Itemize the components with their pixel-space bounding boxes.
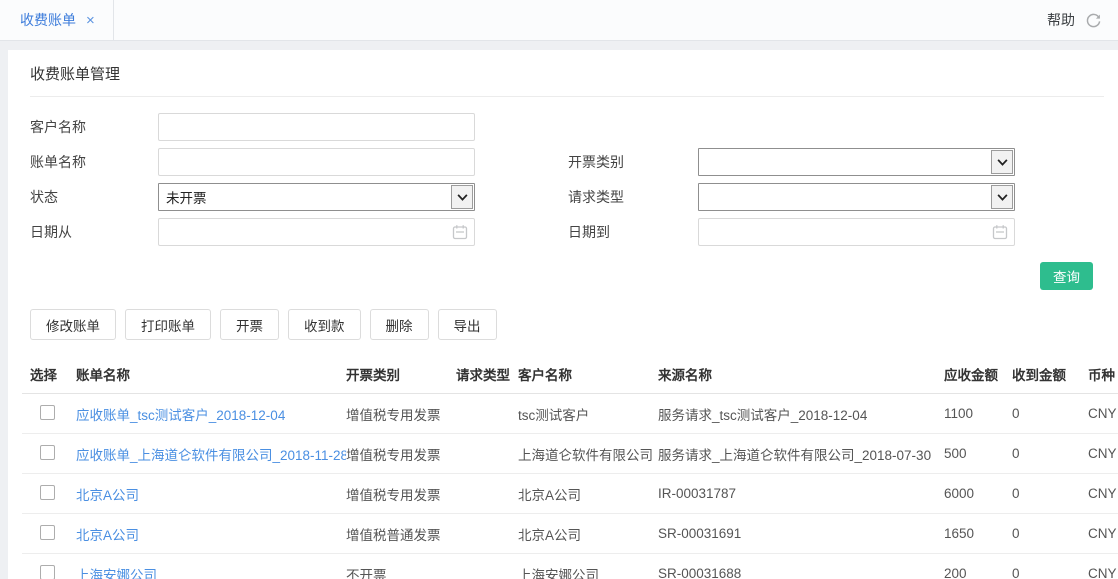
bill-name-link[interactable]: 应收账单_tsc测试客户_2018-12-04 [76,404,346,424]
table-body: 应收账单_tsc测试客户_2018-12-04 增值税专用发票 tsc测试客户 … [22,394,1118,579]
currency-cell: CNY [1084,486,1118,501]
invoice-category-cell: 增值税专用发票 [346,484,456,504]
tab-label: 收费账单 [20,10,76,30]
row-checkbox[interactable] [40,405,55,420]
delete-button[interactable]: 删除 [370,309,429,340]
customer-cell: tsc测试客户 [518,404,658,424]
received-cell: 0 [1006,446,1084,461]
currency-cell: CNY [1084,526,1118,541]
bill-name-link[interactable]: 上海安娜公司 [76,564,346,579]
received-cell: 0 [1006,566,1084,579]
status-label: 状态 [30,187,158,207]
column-header-select: 选择 [30,364,76,384]
tab-bar: 收费账单 × 帮助 [0,0,1118,41]
currency-cell: CNY [1084,446,1118,461]
status-value: 未开票 [166,187,207,207]
date-to-input[interactable] [698,218,1015,246]
receivable-cell: 500 [934,446,1006,461]
column-header-received: 收到金额 [1006,364,1084,384]
modify-bill-button[interactable]: 修改账单 [30,309,116,340]
customer-name-input[interactable] [158,113,475,141]
row-checkbox[interactable] [40,525,55,540]
table-row: 应收账单_tsc测试客户_2018-12-04 增值税专用发票 tsc测试客户 … [22,394,1118,434]
calendar-icon[interactable] [452,224,468,240]
filter-form: 客户名称 账单名称 开票类别 状态 [22,113,1118,246]
customer-cell: 北京A公司 [518,524,658,544]
row-checkbox[interactable] [40,445,55,460]
column-header-invoice-category: 开票类别 [346,364,456,384]
customer-name-label: 客户名称 [30,117,158,137]
print-bill-button[interactable]: 打印账单 [125,309,211,340]
receivable-cell: 1650 [934,526,1006,541]
bill-name-link[interactable]: 北京A公司 [76,484,346,504]
source-cell: SR-00031691 [658,526,934,541]
column-header-bill-name: 账单名称 [76,364,346,384]
page-title: 收费账单管理 [22,63,1118,84]
request-type-select[interactable] [698,183,1015,211]
customer-cell: 北京A公司 [518,484,658,504]
column-header-request-type: 请求类型 [456,364,518,384]
invoice-category-label: 开票类别 [568,152,698,172]
column-header-currency: 币种 [1084,364,1118,384]
invoice-category-cell: 增值税专用发票 [346,404,456,424]
invoice-category-select[interactable] [698,148,1015,176]
receivable-cell: 6000 [934,486,1006,501]
close-icon[interactable]: × [86,13,95,28]
tab-billing[interactable]: 收费账单 × [0,0,114,40]
customer-cell: 上海安娜公司 [518,564,658,579]
column-header-source: 来源名称 [658,364,934,384]
invoice-category-cell: 增值税普通发票 [346,524,456,544]
refresh-icon[interactable] [1085,12,1102,29]
export-button[interactable]: 导出 [438,309,497,340]
source-cell: 服务请求_上海道仑软件有限公司_2018-07-30 [658,444,934,464]
bill-name-label: 账单名称 [30,152,158,172]
receivable-cell: 1100 [934,406,1006,421]
table-row: 北京A公司 增值税普通发票 北京A公司 SR-00031691 1650 0 C… [22,514,1118,554]
date-from-label: 日期从 [30,222,158,242]
currency-cell: CNY [1084,566,1118,579]
column-header-receivable: 应收金额 [934,364,1006,384]
source-cell: IR-00031787 [658,486,934,501]
currency-cell: CNY [1084,406,1118,421]
bill-name-input[interactable] [158,148,475,176]
invoice-category-cell: 增值税专用发票 [346,444,456,464]
source-cell: SR-00031688 [658,566,934,579]
calendar-icon[interactable] [992,224,1008,240]
search-button[interactable]: 查询 [1040,262,1093,290]
source-cell: 服务请求_tsc测试客户_2018-12-04 [658,404,934,424]
customer-cell: 上海道仑软件有限公司 [518,444,658,464]
table-row: 北京A公司 增值税专用发票 北京A公司 IR-00031787 6000 0 C… [22,474,1118,514]
invoice-button[interactable]: 开票 [220,309,279,340]
invoice-category-cell: 不开票 [346,564,456,579]
chevron-down-icon [991,150,1013,174]
content-card: 收费账单管理 客户名称 账单名称 开票类别 [8,50,1118,579]
row-checkbox[interactable] [40,485,55,500]
column-header-customer: 客户名称 [518,364,658,384]
divider [30,96,1104,97]
received-cell: 0 [1006,406,1084,421]
bills-table: 选择 账单名称 开票类别 请求类型 客户名称 来源名称 应收金额 收到金额 币种… [22,354,1118,579]
request-type-label: 请求类型 [568,187,698,207]
row-checkbox[interactable] [40,565,55,579]
bill-name-link[interactable]: 应收账单_上海道仑软件有限公司_2018-11-28 [76,444,346,464]
table-header-row: 选择 账单名称 开票类别 请求类型 客户名称 来源名称 应收金额 收到金额 币种 [22,354,1118,394]
status-select[interactable]: 未开票 [158,183,475,211]
chevron-down-icon [451,185,473,209]
received-cell: 0 [1006,486,1084,501]
table-row: 上海安娜公司 不开票 上海安娜公司 SR-00031688 200 0 CNY [22,554,1118,579]
chevron-down-icon [991,185,1013,209]
action-toolbar: 修改账单 打印账单 开票 收到款 删除 导出 [22,309,1118,340]
received-cell: 0 [1006,526,1084,541]
help-link[interactable]: 帮助 [1047,10,1075,30]
bill-name-link[interactable]: 北京A公司 [76,524,346,544]
receivable-cell: 200 [934,566,1006,579]
table-row: 应收账单_上海道仑软件有限公司_2018-11-28 增值税专用发票 上海道仑软… [22,434,1118,474]
payment-received-button[interactable]: 收到款 [288,309,361,340]
date-from-input[interactable] [158,218,475,246]
date-to-label: 日期到 [568,222,698,242]
